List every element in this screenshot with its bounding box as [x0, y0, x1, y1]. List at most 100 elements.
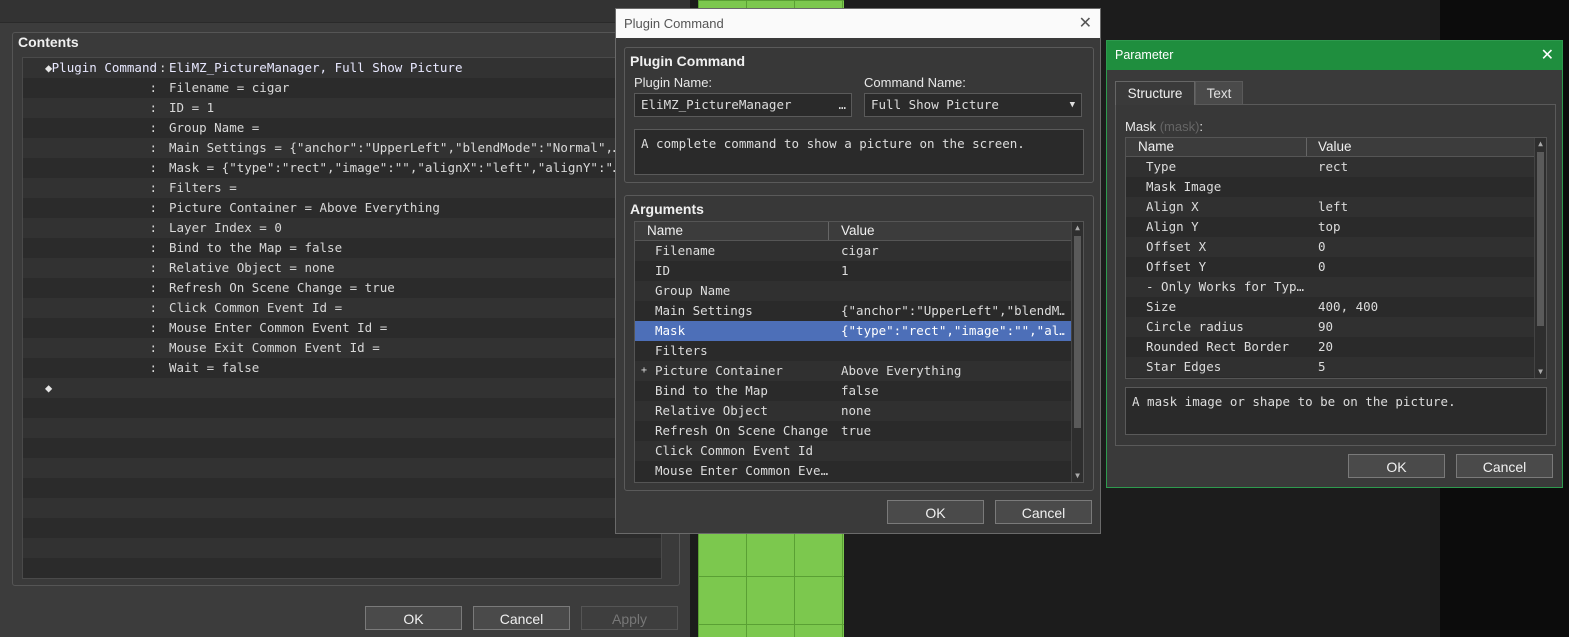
command-row[interactable]	[23, 558, 661, 578]
table-row[interactable]: - Only Works for Typ…	[1126, 277, 1534, 297]
table-row[interactable]: Group Name	[635, 281, 1071, 301]
parameter-titlebar: Parameter ✕	[1107, 41, 1562, 70]
command-row[interactable]: : Group Name =	[23, 118, 661, 138]
command-row[interactable]	[23, 518, 661, 538]
scroll-thumb[interactable]	[1537, 152, 1544, 326]
command-row[interactable]: : Layer Index = 0	[23, 218, 661, 238]
table-row[interactable]: Mouse Enter Common Eve…	[635, 461, 1071, 481]
editor-top-bar	[0, 0, 690, 23]
command-row[interactable]: : Relative Object = none	[23, 258, 661, 278]
table-row[interactable]: Bind to the Map false	[635, 381, 1071, 401]
command-text: Filters =	[169, 180, 237, 195]
command-row[interactable]: : Wait = false	[23, 358, 661, 378]
table-row[interactable]: Align Y top	[1126, 217, 1534, 237]
arguments-table-header: Name Value	[635, 222, 1071, 241]
command-row[interactable]: : Click Common Event Id =	[23, 298, 661, 318]
table-row[interactable]: Align X left	[1126, 197, 1534, 217]
row-name: Mouse Enter Common Eve…	[655, 463, 829, 478]
parameter-scrollbar[interactable]: ▲ ▼	[1534, 138, 1546, 378]
command-row[interactable]	[23, 498, 661, 518]
row-name: Mask	[655, 323, 686, 338]
table-row[interactable]: Size 400, 400	[1126, 297, 1534, 317]
row-value: false	[841, 383, 879, 398]
command-row[interactable]	[23, 538, 661, 558]
table-row[interactable]: Filename cigar	[635, 241, 1071, 261]
row-name: Picture Container	[655, 363, 783, 378]
command-text: EliMZ_PictureManager, Full Show Picture	[169, 60, 463, 75]
table-row[interactable]: Offset X 0	[1126, 237, 1534, 257]
table-row[interactable]: Circle radius 90	[1126, 317, 1534, 337]
command-text: Refresh On Scene Change = true	[169, 280, 395, 295]
scroll-up-icon[interactable]: ▲	[1535, 138, 1546, 150]
command-row[interactable]: ◆	[23, 378, 661, 398]
command-row[interactable]	[23, 438, 661, 458]
command-row[interactable]: : Filename = cigar	[23, 78, 661, 98]
arguments-table[interactable]: Name Value Filename cigar ID 1 Group Name Mai…	[634, 221, 1084, 483]
row-value: 0	[1318, 239, 1326, 254]
table-row[interactable]: Mask {"type":"rect","image":"","al…	[635, 321, 1071, 341]
table-row[interactable]: Click Common Event Id	[635, 441, 1071, 461]
row-value: 400, 400	[1318, 299, 1379, 314]
plugin-command-group-title: Plugin Command	[630, 53, 746, 69]
plugin-name-field[interactable]: EliMZ_PictureManager …	[634, 93, 852, 117]
table-row[interactable]: Refresh On Scene Change true	[635, 421, 1071, 441]
arguments-title: Arguments	[630, 201, 704, 217]
command-row[interactable]: : Mouse Exit Common Event Id =	[23, 338, 661, 358]
arguments-scrollbar[interactable]: ▲ ▼	[1071, 222, 1083, 482]
expand-icon[interactable]: +	[641, 361, 647, 381]
tab-structure[interactable]: Structure	[1115, 81, 1195, 105]
row-value: rect	[1318, 159, 1349, 174]
command-row[interactable]: : Main Settings = {"anchor":"UpperLeft","…	[23, 138, 661, 158]
table-row[interactable]: Main Settings {"anchor":"UpperLeft","blen…	[635, 301, 1071, 321]
parameter-cancel-button[interactable]: Cancel	[1456, 454, 1553, 478]
table-row[interactable]: Star Edges 5	[1126, 357, 1534, 377]
command-label: :	[149, 120, 157, 135]
table-row[interactable]: Filters	[635, 341, 1071, 361]
command-row[interactable]	[23, 418, 661, 438]
mask-label-colon: :	[1199, 119, 1204, 134]
parameter-ok-button[interactable]: OK	[1348, 454, 1445, 478]
scroll-up-icon[interactable]: ▲	[1072, 222, 1083, 234]
row-name: Main Settings	[655, 303, 753, 318]
table-row[interactable]: + Picture Container Above Everything	[635, 361, 1071, 381]
scroll-thumb[interactable]	[1074, 236, 1081, 428]
command-row[interactable]	[23, 398, 661, 418]
command-row[interactable]: : Bind to the Map = false	[23, 238, 661, 258]
table-row[interactable]: ID 1	[635, 261, 1071, 281]
command-name-select[interactable]: Full Show Picture ▼	[864, 93, 1082, 117]
scroll-down-icon[interactable]: ▼	[1535, 366, 1546, 378]
table-row[interactable]: Type rect	[1126, 157, 1534, 177]
parameter-table[interactable]: Name Value Type rect Mask Image Align X left…	[1125, 137, 1547, 379]
table-row[interactable]: Rounded Rect Border 20	[1126, 337, 1534, 357]
row-value: top	[1318, 219, 1341, 234]
close-icon[interactable]: ✕	[1541, 41, 1554, 70]
plugin-command-ok-button[interactable]: OK	[887, 500, 984, 524]
command-row[interactable]: : ID = 1	[23, 98, 661, 118]
command-row[interactable]: : Picture Container = Above Everything	[23, 198, 661, 218]
command-row[interactable]	[23, 458, 661, 478]
parameter-dialog: Parameter ✕ Structure Text Mask (mask): …	[1106, 40, 1563, 488]
command-label: :	[149, 80, 157, 95]
row-name: ID	[655, 263, 671, 278]
editor-ok-button[interactable]: OK	[365, 606, 462, 630]
command-row[interactable]: : Mask = {"type":"rect","image":"","align…	[23, 158, 661, 178]
close-icon[interactable]: ✕	[1079, 9, 1092, 38]
row-name: Click Common Event Id	[655, 443, 814, 458]
command-row[interactable]	[23, 478, 661, 498]
table-row[interactable]: Relative Object none	[635, 401, 1071, 421]
table-row[interactable]: Offset Y 0	[1126, 257, 1534, 277]
editor-cancel-button[interactable]: Cancel	[473, 606, 570, 630]
table-row[interactable]: Mask Image	[1126, 177, 1534, 197]
event-command-list[interactable]: ◆ Plugin Command: EliMZ_PictureManager, Fu…	[22, 57, 662, 579]
scroll-down-icon[interactable]: ▼	[1072, 470, 1083, 482]
command-row[interactable]: : Refresh On Scene Change = true	[23, 278, 661, 298]
browse-icon[interactable]: …	[838, 94, 846, 116]
command-description: A complete command to show a picture on …	[634, 129, 1084, 175]
command-row[interactable]: : Filters =	[23, 178, 661, 198]
plugin-command-cancel-button[interactable]: Cancel	[995, 500, 1092, 524]
command-label: :	[149, 140, 157, 155]
row-value: cigar	[841, 243, 879, 258]
tab-text[interactable]: Text	[1195, 81, 1243, 105]
command-row[interactable]: ◆ Plugin Command: EliMZ_PictureManager, Fu…	[23, 58, 661, 78]
command-row[interactable]: : Mouse Enter Common Event Id =	[23, 318, 661, 338]
